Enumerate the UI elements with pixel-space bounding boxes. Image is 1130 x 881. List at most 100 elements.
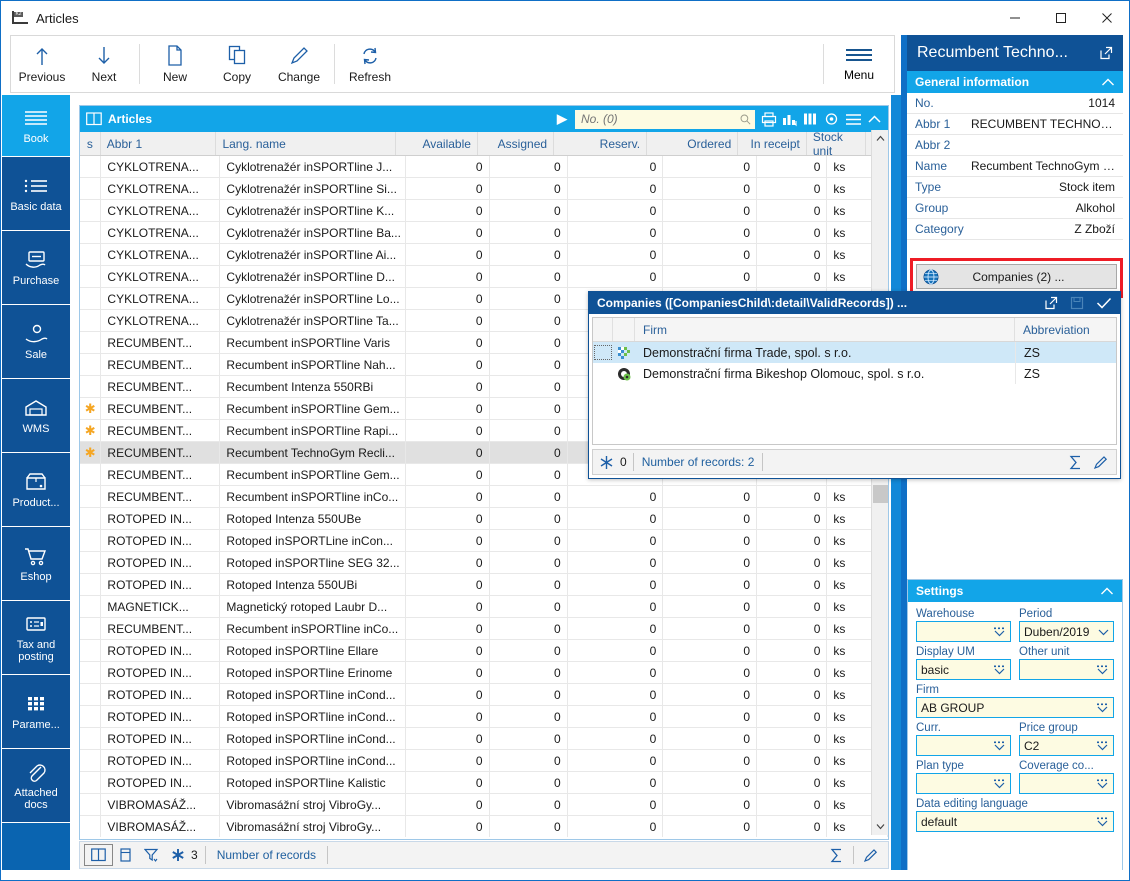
minimize-button[interactable] bbox=[992, 2, 1038, 34]
new-button[interactable]: New bbox=[144, 36, 206, 92]
grid-column-header-available[interactable]: Available bbox=[396, 132, 478, 155]
lookup-icon[interactable] bbox=[1096, 665, 1109, 675]
status-pencil-icon[interactable] bbox=[857, 844, 884, 866]
scroll-thumb[interactable] bbox=[873, 485, 888, 503]
status-asterisk-icon[interactable] bbox=[165, 844, 191, 866]
status-card-icon[interactable] bbox=[113, 844, 138, 866]
companies-row-marker[interactable] bbox=[593, 363, 613, 384]
status-book-icon[interactable] bbox=[84, 844, 113, 866]
lookup-icon[interactable] bbox=[993, 627, 1006, 637]
chevron-down-icon[interactable] bbox=[1098, 628, 1109, 636]
sidebar-item-book[interactable]: Book bbox=[2, 95, 70, 157]
detail-field-name[interactable]: NameRecumbent TechnoGym Recl... bbox=[907, 156, 1123, 177]
lookup-icon[interactable] bbox=[1096, 817, 1109, 827]
settings-gear-icon[interactable] bbox=[824, 112, 840, 127]
table-row[interactable]: ROTOPED IN...Rotoped inSPORTline inCond.… bbox=[80, 728, 888, 750]
table-row[interactable]: RECUMBENT...Recumbent inSPORTline inCo..… bbox=[80, 486, 888, 508]
settings-input-data-editing-language[interactable]: default bbox=[916, 811, 1114, 832]
check-icon[interactable] bbox=[1096, 296, 1112, 310]
sidebar-item-parameters[interactable]: Parame... bbox=[2, 675, 70, 749]
detail-field-abbr-1[interactable]: Abbr 1RECUMBENT TECHNOGYM ... bbox=[907, 114, 1123, 135]
refresh-button[interactable]: Refresh bbox=[339, 36, 401, 92]
status-filter-icon[interactable] bbox=[138, 844, 165, 866]
grid-column-header-ordered[interactable]: Ordered bbox=[647, 132, 738, 155]
table-row[interactable]: ROTOPED IN...Rotoped inSPORTline Kalisti… bbox=[80, 772, 888, 794]
table-row[interactable]: ROTOPED IN...Rotoped Intenza 550UBi00000… bbox=[80, 574, 888, 596]
settings-input-plan-type[interactable] bbox=[916, 773, 1011, 794]
close-button[interactable] bbox=[1084, 2, 1130, 34]
sidebar-item-production[interactable]: Product... bbox=[2, 453, 70, 527]
scroll-up-button[interactable] bbox=[872, 130, 888, 147]
lookup-icon[interactable] bbox=[993, 779, 1006, 789]
table-row[interactable]: RECUMBENT...Recumbent inSPORTline inCo..… bbox=[80, 618, 888, 640]
settings-input-coverage-co[interactable] bbox=[1019, 773, 1114, 794]
lookup-icon[interactable] bbox=[1096, 703, 1109, 713]
companies-button[interactable]: Companies (2) ... bbox=[916, 264, 1117, 289]
menu-button[interactable]: Menu bbox=[828, 36, 890, 92]
table-row[interactable]: CYKLOTRENA...Cyklotrenažér inSPORTline S… bbox=[80, 178, 888, 200]
settings-header[interactable]: Settings bbox=[908, 580, 1122, 602]
table-row[interactable]: ROTOPED IN...Rotoped inSPORTline inCond.… bbox=[80, 684, 888, 706]
table-row[interactable]: MAGNETICK...Magnetický rotoped Laubr D..… bbox=[80, 596, 888, 618]
table-row[interactable]: CYKLOTRENA...Cyklotrenažér inSPORTline J… bbox=[80, 156, 888, 178]
settings-input-price-group[interactable]: C2 bbox=[1019, 735, 1114, 756]
table-row[interactable]: ROTOPED IN...Rotoped inSPORTline Ellare0… bbox=[80, 640, 888, 662]
grid-column-header-reserv[interactable]: Reserv. bbox=[554, 132, 647, 155]
hamburger-icon[interactable] bbox=[845, 113, 862, 126]
settings-input-curr[interactable] bbox=[916, 735, 1011, 756]
collapse-chevron-icon[interactable] bbox=[867, 113, 882, 126]
table-row[interactable]: ROTOPED IN...Rotoped inSPORTline inCond.… bbox=[80, 750, 888, 772]
lookup-icon[interactable] bbox=[1096, 741, 1109, 751]
collapse-chevron-icon[interactable] bbox=[1101, 77, 1115, 88]
general-information-section-header[interactable]: General information bbox=[907, 71, 1123, 93]
table-row[interactable]: CYKLOTRENA...Cyklotrenažér inSPORTline A… bbox=[80, 244, 888, 266]
print-icon[interactable] bbox=[761, 112, 777, 127]
settings-input-warehouse[interactable] bbox=[916, 621, 1011, 642]
grid-column-header-abbr1[interactable]: Abbr 1 bbox=[101, 132, 217, 155]
settings-input-display-um[interactable]: basic bbox=[916, 659, 1011, 680]
table-row[interactable]: CYKLOTRENA...Cyklotrenažér inSPORTline K… bbox=[80, 200, 888, 222]
companies-row[interactable]: Demonstrační firma Bikeshop Olomouc, spo… bbox=[593, 363, 1116, 384]
previous-button[interactable]: Previous bbox=[11, 36, 73, 92]
columns-icon[interactable] bbox=[803, 112, 819, 127]
sidebar-item-tax-and-posting[interactable]: Tax and posting bbox=[2, 601, 70, 675]
table-row[interactable]: ROTOPED IN...Rotoped inSPORTline SEG 32.… bbox=[80, 552, 888, 574]
table-row[interactable]: ROTOPED IN...Rotoped inSPORTline inCond.… bbox=[80, 706, 888, 728]
table-row[interactable]: ROTOPED IN...Rotoped inSPORTline Erinome… bbox=[80, 662, 888, 684]
companies-col-abbreviation[interactable]: Abbreviation bbox=[1015, 318, 1116, 341]
grid-column-header-s[interactable]: s bbox=[80, 132, 101, 155]
detail-field-no[interactable]: No.1014 bbox=[907, 93, 1123, 114]
table-row[interactable]: CYKLOTRENA...Cyklotrenažér inSPORTline D… bbox=[80, 266, 888, 288]
sidebar-item-wms[interactable]: WMS bbox=[2, 379, 70, 453]
settings-input-firm[interactable]: AB GROUP bbox=[916, 697, 1114, 718]
grid-vertical-scrollbar[interactable] bbox=[871, 130, 888, 835]
detail-field-category[interactable]: CategoryZ Zboží bbox=[907, 219, 1123, 240]
companies-col-firm[interactable]: Firm bbox=[635, 318, 1015, 341]
sidebar-item-eshop[interactable]: Eshop bbox=[2, 527, 70, 601]
detail-field-group[interactable]: GroupAlkohol bbox=[907, 198, 1123, 219]
maximize-button[interactable] bbox=[1038, 2, 1084, 34]
lookup-icon[interactable] bbox=[993, 741, 1006, 751]
grid-search-box[interactable] bbox=[575, 110, 755, 129]
next-button[interactable]: Next bbox=[73, 36, 135, 92]
filter-play-button[interactable]: ▶ bbox=[557, 111, 567, 127]
lookup-icon[interactable] bbox=[993, 665, 1006, 675]
sidebar-item-basic-data[interactable]: Basic data bbox=[2, 157, 70, 231]
grid-column-header-langname[interactable]: Lang. name bbox=[216, 132, 396, 155]
sum-icon[interactable] bbox=[1069, 455, 1083, 470]
table-row[interactable]: CYKLOTRENA...Cyklotrenažér inSPORTline B… bbox=[80, 222, 888, 244]
popout-icon[interactable] bbox=[1099, 46, 1113, 60]
status-sum-icon[interactable] bbox=[824, 844, 850, 866]
pencil-icon[interactable] bbox=[1093, 455, 1108, 470]
chart-bar-icon[interactable] bbox=[782, 112, 798, 127]
lookup-icon[interactable] bbox=[1096, 779, 1109, 789]
settings-input-other-unit[interactable] bbox=[1019, 659, 1114, 680]
detail-field-abbr-2[interactable]: Abbr 2 bbox=[907, 135, 1123, 156]
grid-column-header-stockunit[interactable]: Stock unit bbox=[807, 132, 866, 155]
detail-field-type[interactable]: TypeStock item bbox=[907, 177, 1123, 198]
sidebar-item-attached-docs[interactable]: Attached docs bbox=[2, 749, 70, 823]
save-icon[interactable] bbox=[1070, 296, 1084, 310]
collapse-chevron-icon[interactable] bbox=[1100, 586, 1114, 597]
table-row[interactable]: VIBROMASÁŽ...Vibromasážní stroj VibroGy.… bbox=[80, 794, 888, 816]
settings-input-period[interactable]: Duben/2019 bbox=[1019, 621, 1114, 642]
